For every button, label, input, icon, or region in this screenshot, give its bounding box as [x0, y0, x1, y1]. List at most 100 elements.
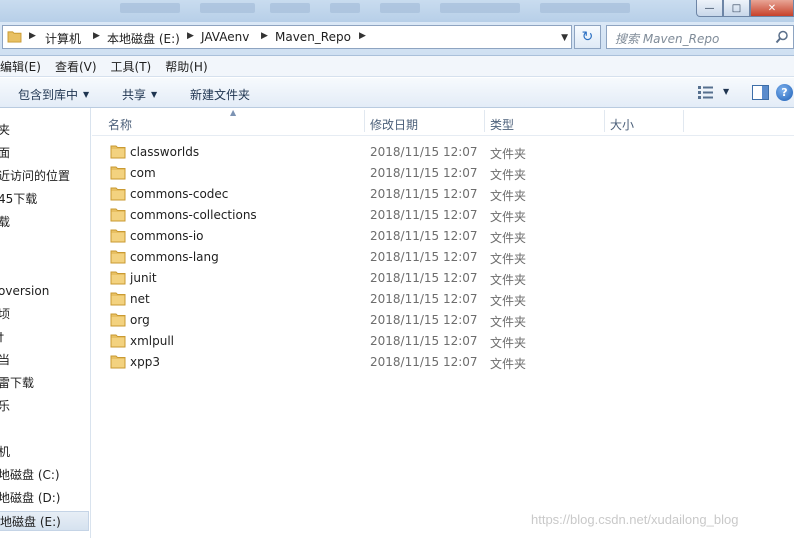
file-name: commons-collections [130, 208, 257, 222]
breadcrumb-javaenv[interactable]: JAVAenv [201, 30, 249, 44]
view-chevron-down-icon[interactable]: ▼ [723, 87, 729, 96]
file-modified: 2018/11/15 12:07 [370, 271, 478, 285]
file-row[interactable]: classworlds 2018/11/15 12:07 文件夹 [92, 142, 794, 163]
column-divider[interactable] [683, 110, 684, 132]
column-divider[interactable] [364, 110, 365, 132]
chevron-down-icon[interactable]: ▼ [561, 33, 568, 43]
breadcrumb-computer[interactable]: 计算机 [45, 30, 81, 47]
title-blur [330, 3, 360, 13]
file-type: 文件夹 [490, 231, 527, 245]
file-row[interactable]: commons-lang 2018/11/15 12:07 文件夹 [92, 247, 794, 268]
file-modified: 2018/11/15 12:07 [370, 334, 478, 348]
view-options-icon[interactable] [698, 86, 714, 99]
breadcrumb-separator[interactable]: ▶ [261, 31, 268, 41]
file-modified: 2018/11/15 12:07 [370, 355, 478, 369]
column-divider[interactable] [604, 110, 605, 132]
folder-icon [7, 31, 22, 43]
file-row[interactable]: net 2018/11/15 12:07 文件夹 [92, 289, 794, 310]
chevron-down-icon: ▼ [83, 90, 90, 99]
folder-icon [110, 250, 126, 264]
menu-edit[interactable]: 编辑(E) [0, 58, 48, 75]
column-header-name[interactable]: 名称 [108, 116, 132, 133]
column-header-type[interactable]: 类型 [490, 116, 514, 133]
new-folder-button[interactable]: 新建文件夹 [190, 86, 250, 103]
sort-up-icon: ▲ [230, 108, 237, 117]
nav-item-recent-places[interactable]: 近访问的位置 [0, 166, 70, 186]
breadcrumb-separator[interactable]: ▶ [359, 31, 366, 41]
include-in-library-button[interactable]: 包含到库中 ▼ [18, 86, 89, 103]
nav-item-pictures[interactable]: † [0, 327, 4, 347]
share-button[interactable]: 共享 ▼ [122, 86, 157, 103]
refresh-button[interactable]: ↻ [574, 25, 601, 49]
file-type: 文件夹 [490, 147, 527, 161]
title-bar: — □ ✕ [0, 0, 794, 22]
help-icon[interactable]: ? [776, 84, 793, 101]
file-row[interactable]: commons-io 2018/11/15 12:07 文件夹 [92, 226, 794, 247]
search-icon[interactable] [775, 30, 789, 44]
watermark-text: https://blog.csdn.net/xudailong_blog [531, 512, 739, 527]
nav-item-favorites[interactable]: 夹 [0, 120, 10, 140]
maximize-button[interactable]: □ [723, 0, 750, 17]
nav-item-drive-c[interactable]: 地磁盘 (C:) [0, 465, 60, 485]
breadcrumb-drive-e[interactable]: 本地磁盘 (E:) [107, 30, 180, 47]
file-row[interactable]: xpp3 2018/11/15 12:07 文件夹 [92, 352, 794, 373]
column-header-modified[interactable]: 修改日期 [370, 116, 418, 133]
menu-help[interactable]: 帮助(H) [158, 58, 214, 75]
title-blur [200, 3, 255, 13]
title-blur [440, 3, 520, 13]
column-divider[interactable] [484, 110, 485, 132]
file-name: commons-io [130, 229, 204, 243]
title-blur [380, 3, 420, 13]
folder-icon [110, 313, 126, 327]
file-name: classworlds [130, 145, 200, 159]
folder-icon [110, 145, 126, 159]
file-row[interactable]: com 2018/11/15 12:07 文件夹 [92, 163, 794, 184]
file-modified: 2018/11/15 12:07 [370, 145, 478, 159]
file-row[interactable]: commons-collections 2018/11/15 12:07 文件夹 [92, 205, 794, 226]
nav-item-computer[interactable]: 机 [0, 442, 10, 462]
menu-tools[interactable]: 工具(T) [104, 58, 159, 75]
folder-icon [110, 334, 126, 348]
close-button[interactable]: ✕ [750, 0, 794, 17]
breadcrumb-maven-repo[interactable]: Maven_Repo [275, 30, 351, 44]
folder-icon [110, 355, 126, 369]
nav-item-desktop[interactable]: 面 [0, 143, 10, 163]
preview-pane-icon[interactable] [752, 85, 769, 100]
file-row[interactable]: commons-codec 2018/11/15 12:07 文件夹 [92, 184, 794, 205]
menu-bar: 编辑(E) 查看(V) 工具(T) 帮助(H) [0, 56, 794, 77]
folder-icon [110, 292, 126, 306]
file-row[interactable]: xmlpull 2018/11/15 12:07 文件夹 [92, 331, 794, 352]
search-input[interactable]: 搜索 Maven_Repo [606, 25, 794, 49]
nav-item-downloads-2345[interactable]: 45下载 [0, 189, 37, 209]
file-type: 文件夹 [490, 294, 527, 308]
nav-item-drive-e[interactable]: 地磁盘 (E:) [0, 511, 89, 531]
menu-view[interactable]: 查看(V) [48, 58, 104, 75]
file-row[interactable]: org 2018/11/15 12:07 文件夹 [92, 310, 794, 331]
share-label: 共享 [122, 88, 147, 102]
file-type: 文件夹 [490, 357, 527, 371]
file-modified: 2018/11/15 12:07 [370, 229, 478, 243]
breadcrumb-separator[interactable]: ▶ [29, 31, 36, 41]
file-name: net [130, 292, 150, 306]
file-row[interactable]: junit 2018/11/15 12:07 文件夹 [92, 268, 794, 289]
file-type: 文件夹 [490, 168, 527, 182]
address-bar[interactable]: ▶ 计算机 ▶ 本地磁盘 (E:) ▶ JAVAenv ▶ Maven_Repo… [2, 25, 572, 49]
nav-item-subversion[interactable]: oversion [0, 281, 49, 301]
file-type: 文件夹 [490, 336, 527, 350]
nav-item-documents[interactable]: 当 [0, 350, 10, 370]
chevron-down-icon: ▼ [151, 90, 158, 99]
nav-item-downloads[interactable]: 载 [0, 212, 10, 232]
nav-item-music[interactable]: 乐 [0, 396, 10, 416]
file-modified: 2018/11/15 12:07 [370, 292, 478, 306]
nav-item-videos[interactable]: 顷 [0, 304, 10, 324]
folder-icon [110, 187, 126, 201]
minimize-button[interactable]: — [696, 0, 723, 17]
file-name: com [130, 166, 156, 180]
nav-item-thunder-downloads[interactable]: 雷下载 [0, 373, 34, 393]
nav-item-drive-d[interactable]: 地磁盘 (D:) [0, 488, 60, 508]
breadcrumb-separator[interactable]: ▶ [187, 31, 194, 41]
breadcrumb-separator[interactable]: ▶ [93, 31, 100, 41]
search-placeholder: 搜索 Maven_Repo [615, 32, 720, 46]
title-blur [120, 3, 180, 13]
column-header-size[interactable]: 大小 [610, 116, 634, 133]
